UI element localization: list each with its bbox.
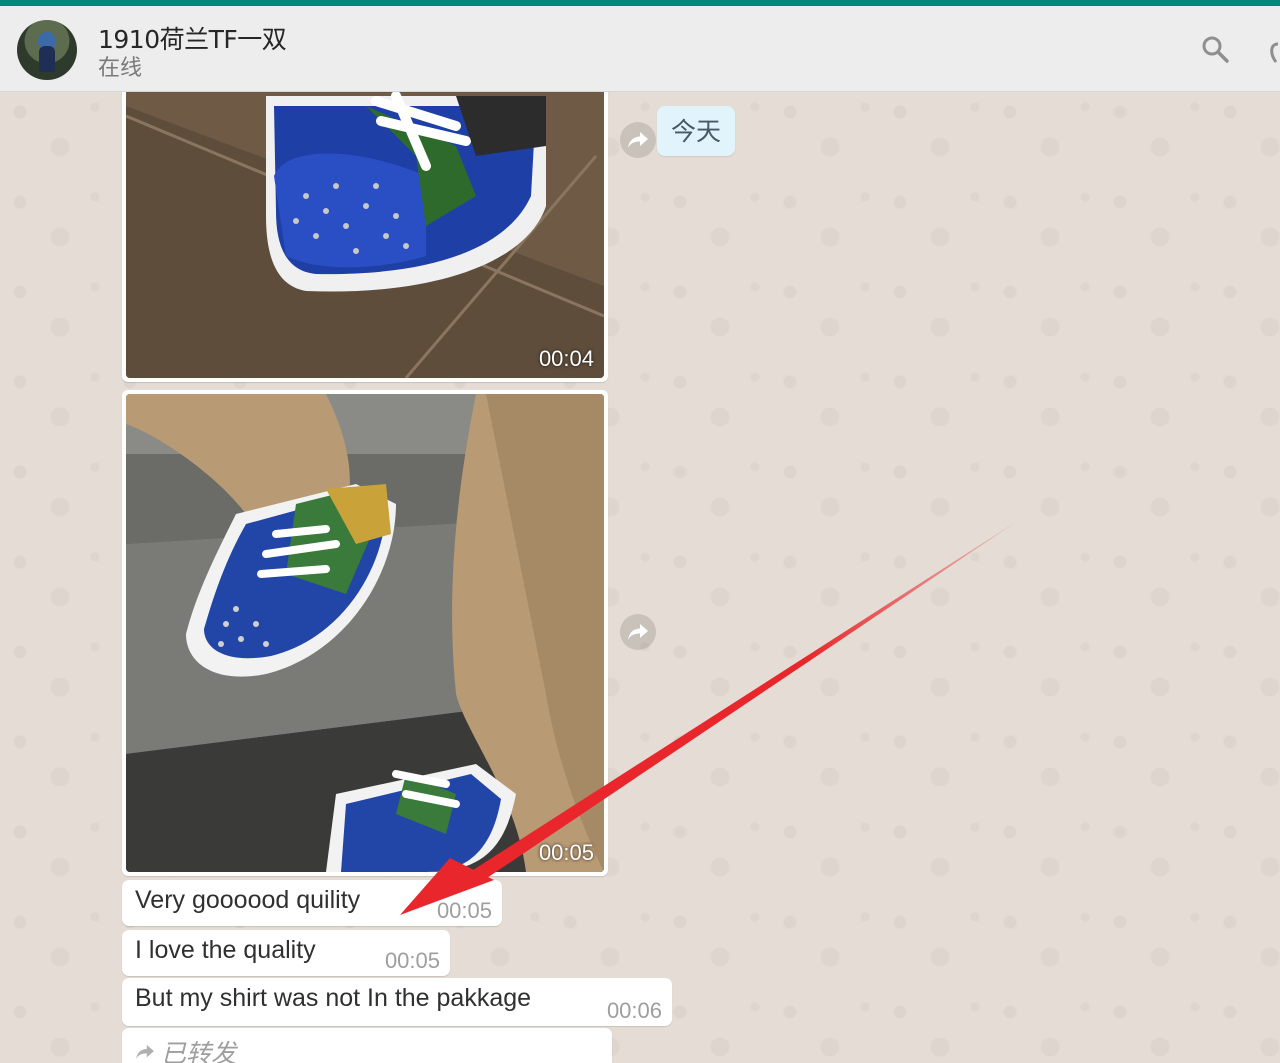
forwarded-message-bubble[interactable]: 已转发 [122,1028,612,1063]
video-message[interactable]: 00:05 [122,390,608,876]
forwarded-text: 已转发 [161,1040,237,1063]
message-bubble[interactable]: I love the quality 00:05 [122,930,450,976]
video-duration: 00:04 [538,346,594,371]
forwarded-label: 已转发 [135,1034,236,1063]
search-icon[interactable] [1200,34,1230,64]
avatar[interactable] [17,20,77,80]
chat-header[interactable]: 1910荷兰TF一双 在线 [0,6,1280,92]
attach-icon[interactable] [1266,40,1280,66]
contact-status: 在线 [98,56,143,81]
forwarded-icon [136,1044,154,1060]
date-divider: 今天 [657,106,736,156]
forward-icon [628,624,648,640]
forward-button[interactable] [620,122,656,158]
message-text: But my shirt was not In the pakkage [135,984,532,1012]
forward-button[interactable] [620,614,656,650]
message-time: 00:05 [384,948,440,973]
message-pane[interactable]: 00:04 今天 00:05 Very goooood quility 00:0… [0,92,1280,1063]
message-bubble[interactable]: But my shirt was not In the pakkage 00:0… [122,978,672,1026]
shoe-photo [126,92,604,378]
video-duration: 00:05 [538,840,594,865]
forward-icon [628,132,648,148]
message-text: Very goooood quility [135,886,361,914]
message-bubble[interactable]: Very goooood quility 00:05 [122,880,502,926]
video-thumbnail[interactable]: 00:05 [126,394,604,872]
video-message[interactable]: 00:04 [122,92,608,382]
message-text: I love the quality [135,936,316,964]
message-time: 00:05 [436,898,492,923]
video-thumbnail[interactable]: 00:04 [126,92,604,378]
message-time: 00:06 [606,998,662,1023]
shoe-photo [126,394,604,872]
